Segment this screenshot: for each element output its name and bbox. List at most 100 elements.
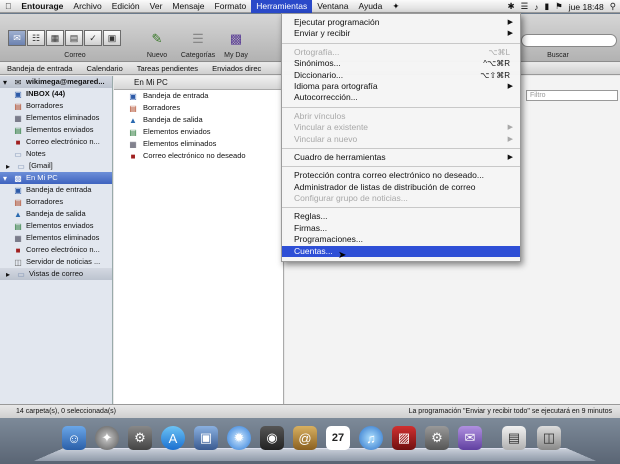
finder-icon[interactable]: ☺	[62, 426, 86, 450]
itunes-icon[interactable]: ♫	[359, 426, 383, 450]
trash-icon[interactable]: ◫	[537, 426, 561, 450]
local-sent[interactable]: ▤ Elementos enviados	[0, 220, 112, 232]
apple-menu-icon[interactable]: 	[0, 0, 16, 13]
inbox-icon: ▣	[13, 90, 23, 99]
disclosure-closed-icon[interactable]: ▸	[3, 162, 13, 171]
address-book-view-icon[interactable]: ☷	[27, 30, 45, 46]
folder-list-pane: En Mi PC ▣ Bandeja de entrada ▤ Borradores…	[114, 76, 284, 404]
folder-gmail[interactable]: ▸ ▭ [Gmail]	[0, 160, 112, 172]
account-header[interactable]: ▾ ✉ wikimega@megared...	[0, 76, 112, 88]
menu-ventana[interactable]: Ventana	[312, 0, 353, 13]
outbox-icon: ▲	[13, 210, 23, 219]
menu-entourage[interactable]: Entourage	[16, 0, 68, 13]
wifi-icon[interactable]: ☰	[521, 1, 529, 12]
local-deleted[interactable]: ▦ Elementos eliminados	[0, 232, 112, 244]
menu-mensaje[interactable]: Mensaje	[167, 0, 209, 13]
menu-ayuda[interactable]: Ayuda	[353, 0, 387, 13]
tab-tareas-pendientes[interactable]: Tareas pendientes	[130, 63, 205, 74]
facetime-icon[interactable]: ◉	[260, 426, 284, 450]
submenu-arrow-icon: ▶	[508, 152, 513, 163]
address-book-icon[interactable]: @	[293, 426, 317, 450]
spotlight-icon[interactable]: ⚲	[610, 1, 616, 12]
system-preferences-icon[interactable]: ⚙	[128, 426, 152, 450]
folder-sent[interactable]: ▤ Elementos enviados	[0, 124, 112, 136]
menu-item-ejecutar-programacion[interactable]: Ejecutar programación ▶	[282, 17, 520, 28]
menu-item-sinonimos[interactable]: Sinónimos... ^⌥⌘R	[282, 58, 520, 69]
new-icon[interactable]: ✎	[145, 30, 169, 48]
menu-item-diccionario[interactable]: Diccionario... ⌥⇧⌘R	[282, 70, 520, 81]
menu-edicion[interactable]: Edición	[107, 0, 145, 13]
list-item[interactable]: ▲ Bandeja de salida	[114, 114, 283, 126]
menu-item-cuentas[interactable]: Cuentas...	[282, 246, 520, 257]
volume-icon[interactable]: ♪	[534, 2, 538, 12]
local-news-server[interactable]: ◫ Servidor de noticias ...	[0, 256, 112, 268]
folder-deleted[interactable]: ▦ Elementos eliminados	[0, 112, 112, 124]
menu-ver[interactable]: Ver	[145, 0, 168, 13]
calendar-view-icon[interactable]: ▦	[46, 30, 64, 46]
folder-notes[interactable]: ▭ Notes	[0, 148, 112, 160]
entourage-icon[interactable]: ✉	[458, 426, 482, 450]
menu-item-administrador-listas[interactable]: Administrador de listas de distribución …	[282, 182, 520, 193]
menu-formato[interactable]: Formato	[210, 0, 252, 13]
tab-enviados-directos[interactable]: Enviados direc	[205, 63, 268, 74]
photo-booth-icon[interactable]: ▨	[392, 426, 416, 450]
new-button-label[interactable]: Nuevo	[140, 52, 174, 59]
view-label: Correo	[60, 52, 90, 59]
documents-stack-icon[interactable]: ▤	[502, 426, 526, 450]
preview-icon[interactable]: ▣	[194, 426, 218, 450]
menu-item-enviar-y-recibir[interactable]: Enviar y recibir ▶	[282, 28, 520, 39]
launchpad-icon[interactable]: ✦	[95, 426, 119, 450]
my-day-icon[interactable]: ▩	[224, 30, 248, 48]
menu-item-firmas[interactable]: Firmas...	[282, 223, 520, 234]
local-drafts[interactable]: ▤ Borradores	[0, 196, 112, 208]
local-junk[interactable]: ■ Correo electrónico n...	[0, 244, 112, 256]
search-input[interactable]	[521, 34, 617, 47]
disclosure-closed-icon[interactable]: ▸	[3, 270, 13, 279]
disclosure-open-icon[interactable]: ▾	[0, 78, 10, 87]
menu-item-programaciones[interactable]: Programaciones...	[282, 234, 520, 245]
menu-separator	[282, 107, 520, 108]
menu-item-autocorreccion[interactable]: Autocorrección...	[282, 92, 520, 103]
app-store-icon[interactable]: A	[161, 426, 185, 450]
local-inbox[interactable]: ▣ Bandeja de entrada	[0, 184, 112, 196]
flag-icon[interactable]: ⚑	[555, 1, 563, 12]
clock[interactable]: jue 18:48	[569, 2, 604, 12]
local-outbox[interactable]: ▲ Bandeja de salida	[0, 208, 112, 220]
local-header[interactable]: ▾ ▩ En Mi PC	[0, 172, 112, 184]
battery-icon[interactable]: ▮	[544, 1, 549, 12]
categories-button-label[interactable]: Categorías	[176, 52, 220, 59]
my-day-button-label[interactable]: My Day	[218, 52, 254, 59]
submenu-arrow-icon: ▶	[508, 81, 513, 92]
safari-icon[interactable]: ✹	[227, 426, 251, 450]
mail-views-header[interactable]: ▸ ▭ Vistas de correo	[0, 268, 112, 280]
menu-item-reglas[interactable]: Reglas...	[282, 211, 520, 222]
folder-drafts[interactable]: ▤ Borradores	[0, 100, 112, 112]
project-center-icon[interactable]: ▣	[103, 30, 121, 46]
filter-input[interactable]: Filtro	[526, 90, 618, 101]
notes-view-icon[interactable]: ▤	[65, 30, 83, 46]
mail-view-icon[interactable]: ✉	[8, 30, 26, 46]
bluetooth-icon[interactable]: ✱	[507, 1, 514, 12]
list-item[interactable]: ▤ Elementos enviados	[114, 126, 283, 138]
list-item[interactable]: ▤ Borradores	[114, 102, 283, 114]
list-item[interactable]: ■ Correo electrónico no deseado	[114, 150, 283, 162]
menu-herramientas[interactable]: Herramientas	[251, 0, 312, 13]
script-icon[interactable]: ✦	[387, 0, 404, 13]
list-item[interactable]: ▣ Bandeja de entrada	[114, 90, 283, 102]
folder-icon: ▭	[16, 162, 26, 171]
menu-item-vincular-nuevo: Vincular a nuevo ▶	[282, 134, 520, 145]
menu-item-proteccion-correo[interactable]: Protección contra correo electrónico no …	[282, 170, 520, 181]
disclosure-open-icon[interactable]: ▾	[0, 174, 10, 183]
menu-item-idioma-ortografia[interactable]: Idioma para ortografía ▶	[282, 81, 520, 92]
menu-item-cuadro-herramientas[interactable]: Cuadro de herramientas ▶	[282, 152, 520, 163]
tab-calendario[interactable]: Calendario	[79, 63, 129, 74]
folder-junk[interactable]: ■ Correo electrónico n...	[0, 136, 112, 148]
system-preferences-icon[interactable]: ⚙	[425, 426, 449, 450]
menu-archivo[interactable]: Archivo	[68, 0, 106, 13]
ical-icon[interactable]: 27	[326, 426, 350, 450]
tab-bandeja-de-entrada[interactable]: Bandeja de entrada	[0, 63, 79, 74]
list-item[interactable]: ▦ Elementos eliminados	[114, 138, 283, 150]
tasks-view-icon[interactable]: ✓	[84, 30, 102, 46]
categories-icon[interactable]: ☰	[186, 30, 210, 48]
folder-inbox[interactable]: ▣ INBOX (44)	[0, 88, 112, 100]
